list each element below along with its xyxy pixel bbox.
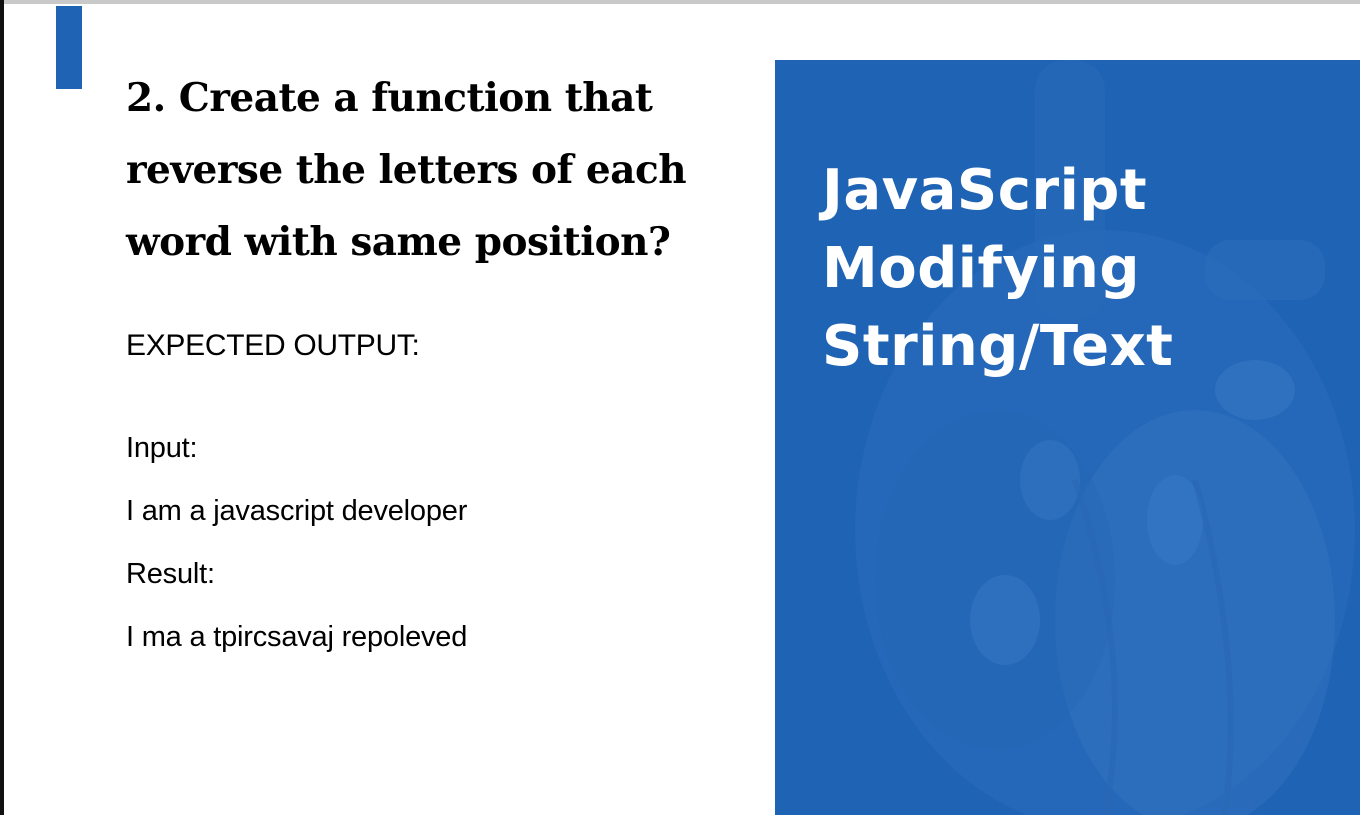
result-value: I ma a tpircsavaj repoleved <box>126 621 468 653</box>
expected-output-label: EXPECTED OUTPUT: <box>126 329 420 362</box>
panel-title-line-1: JavaScript <box>822 158 1148 223</box>
question-line-2: reverse the letters of each <box>126 147 687 193</box>
title-panel: JavaScript Modifying String/Text <box>775 60 1360 815</box>
panel-title-line-3: String/Text <box>822 314 1174 379</box>
left-border <box>0 0 4 815</box>
slide: 2. Create a function that reverse the le… <box>0 0 1360 815</box>
panel-title-line-2: Modifying <box>822 236 1140 301</box>
panel-title: JavaScript Modifying String/Text <box>822 152 1173 386</box>
result-label: Result: <box>126 558 215 590</box>
question-line-1: 2. Create a function that <box>126 75 653 121</box>
accent-bar <box>56 6 82 89</box>
question-line-3: word with same position? <box>126 219 671 265</box>
question-heading: 2. Create a function that reverse the le… <box>126 62 746 278</box>
input-value: I am a javascript developer <box>126 495 468 527</box>
top-border <box>0 0 1360 4</box>
input-label: Input: <box>126 432 198 464</box>
